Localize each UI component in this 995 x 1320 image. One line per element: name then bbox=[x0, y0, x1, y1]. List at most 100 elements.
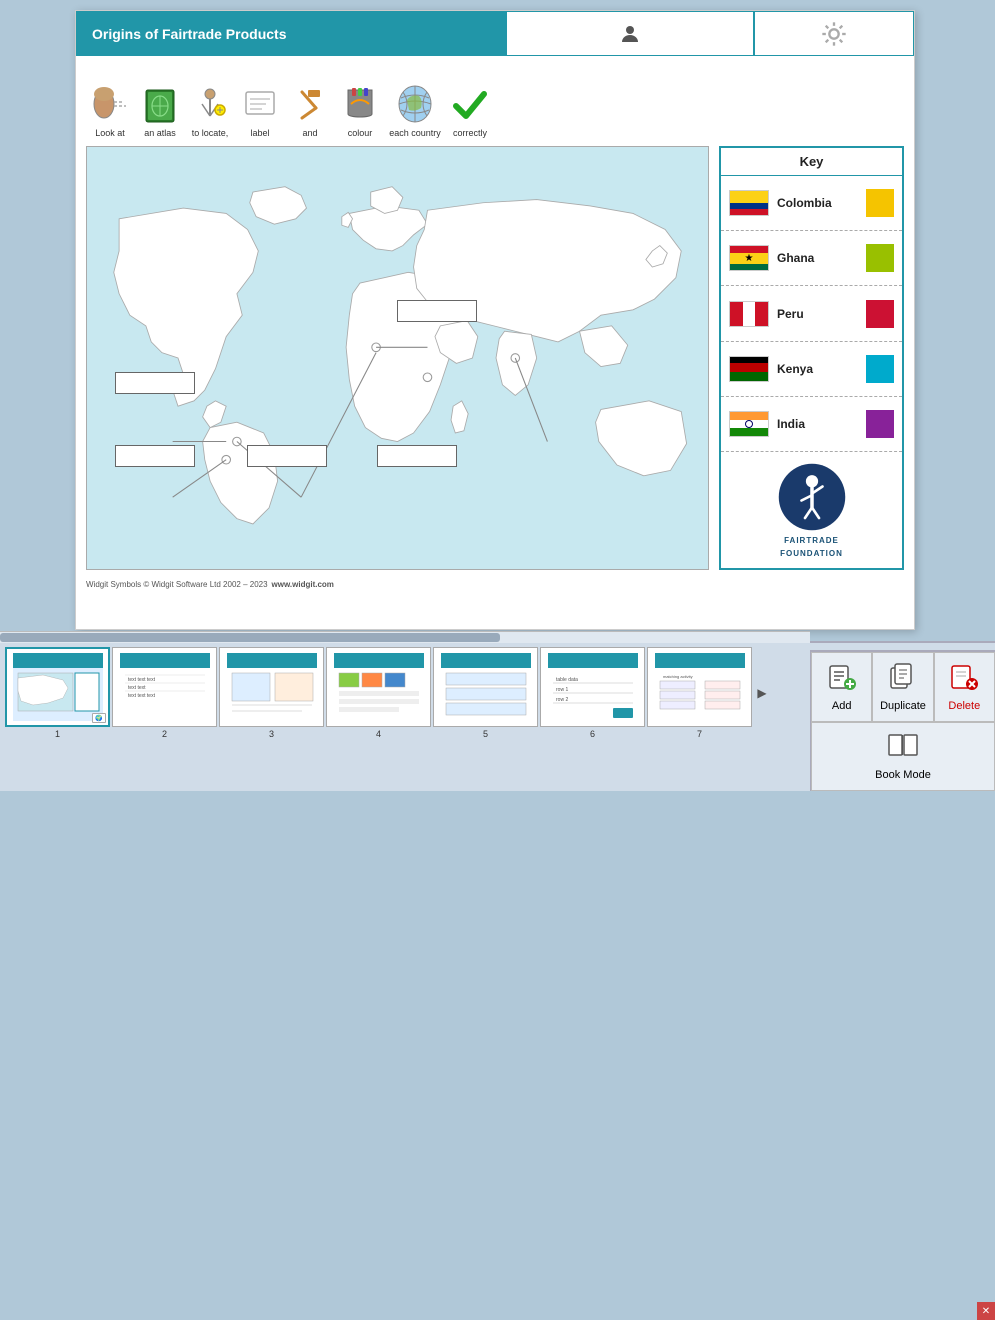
atlas-icon bbox=[138, 82, 182, 126]
thumb-img-4[interactable] bbox=[326, 647, 431, 727]
thumbnail-2[interactable]: text text text text text text text text … bbox=[112, 647, 217, 739]
world-map-svg bbox=[87, 147, 708, 569]
map-label-box-3[interactable] bbox=[115, 445, 195, 467]
toolbar-btn-row-2: Book Mode bbox=[811, 722, 995, 792]
user-area[interactable] bbox=[506, 11, 754, 56]
instr-label: label bbox=[236, 82, 284, 138]
key-country-colombia: Colombia bbox=[777, 196, 858, 210]
svg-text:text text: text text bbox=[128, 685, 146, 691]
svg-text:®: ® bbox=[836, 470, 842, 478]
svg-text:text text text: text text text bbox=[128, 677, 156, 683]
close-button[interactable]: ✕ bbox=[977, 1302, 995, 1320]
key-swatch-colombia bbox=[866, 189, 894, 217]
user-icon bbox=[618, 22, 642, 46]
each-country-icon bbox=[393, 82, 437, 126]
instr-each-country-label: each country bbox=[389, 128, 441, 138]
thumb-img-1[interactable]: 🌍 bbox=[5, 647, 110, 727]
thumb-img-3[interactable] bbox=[219, 647, 324, 727]
key-row-ghana: ★ Ghana bbox=[721, 231, 902, 286]
label-icon bbox=[238, 82, 282, 126]
sun-icon bbox=[820, 20, 848, 48]
key-country-india: India bbox=[777, 417, 858, 431]
book-mode-label: Book Mode bbox=[875, 769, 931, 781]
thumb-num-5: 5 bbox=[483, 729, 488, 739]
instr-each-country: each country bbox=[386, 82, 444, 138]
svg-text:row 2: row 2 bbox=[556, 697, 568, 703]
toolbar-btn-row-1: Add Duplicate bbox=[811, 652, 995, 722]
key-row-colombia: Colombia bbox=[721, 176, 902, 231]
thumb-num-1: 1 bbox=[55, 729, 60, 739]
book-mode-button[interactable]: Book Mode bbox=[811, 722, 995, 792]
key-swatch-peru bbox=[866, 300, 894, 328]
delete-icon bbox=[950, 662, 978, 696]
map-label-box-4[interactable] bbox=[247, 445, 327, 467]
flag-kenya bbox=[729, 356, 769, 382]
fairtrade-logo: ® FAIRTRADE FOUNDATION bbox=[721, 452, 902, 568]
delete-label: Delete bbox=[948, 700, 980, 712]
thumbnail-5[interactable]: 5 bbox=[433, 647, 538, 739]
page-header: Origins of Fairtrade Products bbox=[76, 11, 914, 56]
map-label-box-5[interactable] bbox=[377, 445, 457, 467]
instr-locate: to locate, bbox=[186, 82, 234, 138]
delete-button[interactable]: Delete bbox=[934, 652, 995, 722]
thumb-img-7[interactable]: matching activity bbox=[647, 647, 752, 727]
scroll-bar[interactable] bbox=[0, 631, 810, 643]
map-label-box-1[interactable] bbox=[115, 372, 195, 394]
key-row-kenya: Kenya bbox=[721, 342, 902, 397]
key-header: Key bbox=[721, 148, 902, 176]
key-country-peru: Peru bbox=[777, 307, 858, 321]
flag-ghana: ★ bbox=[729, 245, 769, 271]
instr-colour: colour bbox=[336, 82, 384, 138]
instr-colour-label: colour bbox=[348, 128, 373, 138]
key-panel: Key Colombia bbox=[719, 146, 904, 570]
instruction-row: Look at an atlas bbox=[76, 56, 914, 146]
thumbnail-6[interactable]: table data row 1 row 2 6 bbox=[540, 647, 645, 739]
key-row-peru: Peru bbox=[721, 286, 902, 341]
add-label: Add bbox=[832, 700, 852, 712]
scroll-thumb[interactable] bbox=[0, 633, 500, 642]
fairtrade-title: FAIRTRADE bbox=[784, 536, 839, 545]
sun-area[interactable] bbox=[754, 11, 914, 56]
flag-colombia bbox=[729, 190, 769, 216]
page-container: Origins of Fairtrade Products bbox=[75, 10, 915, 630]
thumb-num-6: 6 bbox=[590, 729, 595, 739]
thumb-num-2: 2 bbox=[162, 729, 167, 739]
instr-label-label: label bbox=[250, 128, 269, 138]
right-buttons: ✕ Add bbox=[810, 650, 995, 791]
thumb-num-7: 7 bbox=[697, 729, 702, 739]
add-icon bbox=[828, 662, 856, 696]
thumb-img-5[interactable] bbox=[433, 647, 538, 727]
key-swatch-kenya bbox=[866, 355, 894, 383]
svg-text:matching activity: matching activity bbox=[663, 674, 693, 679]
instr-correctly: correctly bbox=[446, 82, 494, 138]
thumb-img-6[interactable]: table data row 1 row 2 bbox=[540, 647, 645, 727]
and-icon bbox=[288, 82, 332, 126]
instr-look-at-label: Look at bbox=[95, 128, 125, 138]
instr-and-label: and bbox=[302, 128, 317, 138]
flag-india bbox=[729, 411, 769, 437]
duplicate-label: Duplicate bbox=[880, 700, 926, 712]
correctly-icon bbox=[448, 82, 492, 126]
thumbnail-7[interactable]: matching activity 7 bbox=[647, 647, 752, 739]
flag-peru bbox=[729, 301, 769, 327]
key-swatch-ghana bbox=[866, 244, 894, 272]
thumb-img-2[interactable]: text text text text text text text text bbox=[112, 647, 217, 727]
scroll-right-arrow[interactable]: ▶ bbox=[754, 686, 770, 700]
book-mode-icon bbox=[887, 731, 919, 765]
thumb-num-4: 4 bbox=[376, 729, 381, 739]
thumbnail-3[interactable]: 3 bbox=[219, 647, 324, 739]
duplicate-button[interactable]: Duplicate bbox=[872, 652, 933, 722]
key-country-kenya: Kenya bbox=[777, 362, 858, 376]
thumbnail-4[interactable]: 4 bbox=[326, 647, 431, 739]
thumb-num-3: 3 bbox=[269, 729, 274, 739]
svg-text:row 1: row 1 bbox=[556, 687, 568, 693]
svg-text:text text text: text text text bbox=[128, 693, 156, 699]
map-container bbox=[86, 146, 709, 570]
thumbnail-1[interactable]: 🌍 1 bbox=[5, 647, 110, 739]
duplicate-icon bbox=[889, 662, 917, 696]
locate-icon bbox=[188, 82, 232, 126]
fairtrade-svg: ® bbox=[777, 462, 847, 532]
footer-copyright: Widgit Symbols © Widgit Software Ltd 200… bbox=[86, 580, 268, 589]
map-label-box-2[interactable] bbox=[397, 300, 477, 322]
add-button[interactable]: Add bbox=[811, 652, 872, 722]
